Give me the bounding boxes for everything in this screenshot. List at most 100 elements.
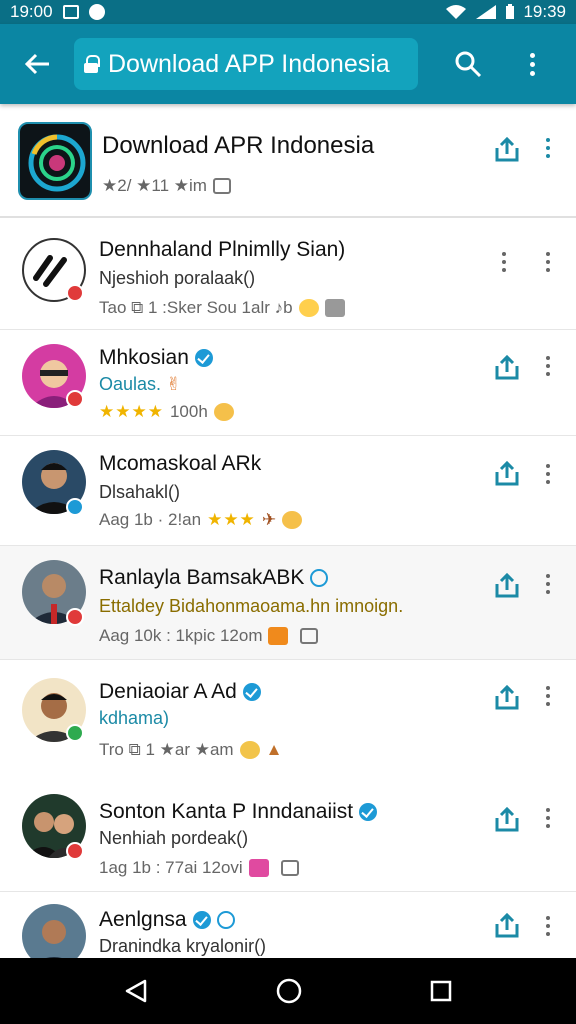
item-meta-text: Tao ⧉ 1 :Sker Sou 1alr ♪b — [99, 298, 293, 317]
status-badge — [66, 284, 84, 302]
item-meta-text: Aag 10k : 1kpic 12om — [99, 626, 263, 645]
item-title-wrap: Ranlayla BamsakABK — [99, 566, 329, 590]
list-item[interactable]: Aenlgnsa Dranindka kryalonir() — [0, 892, 576, 958]
item-meta: Tao ⧉ 1 :Sker Sou 1alr ♪b — [99, 298, 345, 318]
url-bar[interactable]: Download APP Indonesia — [74, 38, 418, 90]
rating-stars: ★★★★ — [99, 402, 164, 421]
header-app-meta-text: ★2/ ★11 ★im — [102, 176, 207, 195]
item-meta-text: 1ag 1b : 77ai 12ovi — [99, 858, 243, 877]
item-title: Deniaoiar A Ad — [99, 680, 237, 703]
item-title-wrap: Sonton Kanta P Inndanaiist — [99, 800, 378, 824]
item-meta-text: Aag 1b · 2!an — [99, 510, 202, 529]
item-subtitle-wrap: Oaulas. ✌ — [99, 374, 181, 395]
item-meta-text: Tro ⧉ 1 ★ar ★am — [99, 740, 234, 759]
status-badge — [66, 724, 84, 742]
item-title: Mhkosian — [99, 346, 189, 369]
item-title: Aenlgnsa — [99, 908, 187, 931]
list-item[interactable]: Sonton Kanta P Inndanaiist Nenhiah porde… — [0, 780, 576, 892]
more-vert-icon — [529, 52, 535, 76]
system-nav-bar — [0, 958, 576, 1024]
item-meta: 1ag 1b : 77ai 12ovi — [99, 858, 299, 878]
back-button[interactable] — [0, 24, 74, 104]
notification-icon — [62, 5, 79, 19]
avatar-person-icon — [42, 920, 66, 958]
emoji-icon — [298, 299, 319, 317]
more-vert-icon[interactable] — [546, 686, 550, 706]
search-icon — [455, 51, 482, 78]
tag-icon — [324, 299, 345, 317]
verified-icon — [192, 911, 211, 930]
share-icon[interactable] — [494, 460, 520, 486]
header-app-badge-icon — [212, 178, 231, 194]
more-vert-icon[interactable] — [502, 252, 506, 272]
app-bar: Download APP Indonesia — [0, 24, 576, 104]
verified-icon — [242, 683, 261, 702]
item-meta: ★★★★ 100h — [99, 402, 234, 422]
header-app-title: Download APR Indonesia — [102, 132, 375, 159]
item-meta: Aag 10k : 1kpic 12om — [99, 626, 319, 646]
share-icon[interactable] — [494, 572, 520, 598]
status-time-right: 19:39 — [523, 2, 566, 21]
item-subtitle: Nenhiah pordeak() — [99, 828, 249, 848]
item-meta: Tro ⧉ 1 ★ar ★am ▲ — [99, 740, 282, 760]
item-title: Sonton Kanta P Inndanaiist — [99, 800, 354, 823]
overflow-menu-button[interactable] — [500, 24, 564, 104]
search-button[interactable] — [436, 24, 500, 104]
avatar — [22, 904, 86, 958]
item-subtitle: kdhama) — [99, 708, 170, 728]
more-vert-icon[interactable] — [546, 252, 550, 272]
list-item[interactable]: Deniaoiar A Ad kdhama) Tro ⧉ 1 ★ar ★am ▲ — [0, 660, 576, 780]
nav-back-icon[interactable] — [123, 978, 149, 1004]
status-badge — [66, 608, 84, 626]
more-vert-icon[interactable] — [546, 356, 550, 376]
back-arrow-icon — [24, 53, 49, 75]
item-subtitle: Njeshioh poralaak() — [99, 268, 256, 288]
battery-icon — [506, 4, 515, 19]
emoji-icon — [213, 403, 234, 421]
status-bar: 19:00 19:39 — [0, 0, 576, 24]
emoji-icon: ✈ — [261, 510, 277, 529]
verified-icon — [216, 911, 235, 930]
lock-icon — [84, 55, 100, 73]
item-title: Mcomaskoal ARk — [99, 452, 262, 475]
item-title-wrap: Deniaoiar A Ad — [99, 680, 261, 704]
status-badge — [66, 498, 84, 516]
status-badge — [66, 842, 84, 860]
more-vert-icon[interactable] — [546, 916, 550, 936]
share-icon[interactable] — [494, 354, 520, 380]
header-app-row[interactable]: Download APR Indonesia ★2/ ★11 ★im — [0, 104, 576, 218]
more-vert-icon[interactable] — [546, 464, 550, 484]
share-icon[interactable] — [494, 912, 520, 938]
item-title: Ranlayla BamsakABK — [99, 566, 305, 589]
nav-home-icon[interactable] — [275, 977, 303, 1005]
item-subtitle: Ettaldey Bidahonmaoama.hn imnoign. — [99, 596, 404, 616]
header-app-meta: ★2/ ★11 ★im — [102, 176, 231, 196]
list-item[interactable]: Mhkosian Oaulas. ✌ ★★★★ 100h — [0, 330, 576, 436]
list-item[interactable]: Mcomaskoal ARk Dlsahakl() Aag 1b · 2!an … — [0, 436, 576, 546]
status-time-left: 19:00 — [10, 2, 53, 21]
more-vert-icon[interactable] — [546, 808, 550, 828]
list-item[interactable]: Dennhaland Plnimlly Sian) Njeshioh poral… — [0, 220, 576, 330]
share-icon[interactable] — [494, 684, 520, 710]
share-icon[interactable] — [494, 806, 520, 832]
more-vert-icon[interactable] — [546, 574, 550, 594]
radar-logo-icon — [28, 134, 86, 192]
tag-icon — [300, 628, 319, 644]
item-subtitle: Dlsahakl() — [99, 482, 181, 502]
item-subtitle: Oaulas. — [99, 374, 162, 394]
tag-icon — [268, 627, 289, 645]
item-meta: Aag 1b · 2!an ★★★ ✈ — [99, 510, 303, 530]
signal-icon — [476, 5, 497, 19]
more-vert-icon[interactable] — [546, 138, 550, 158]
tag-icon — [280, 860, 299, 876]
app-logo — [18, 122, 92, 200]
rating-stars: ★★★ — [207, 510, 256, 529]
nav-recents-icon[interactable] — [429, 979, 453, 1003]
list-item[interactable]: Ranlayla BamsakABK Ettaldey Bidahonmaoam… — [0, 546, 576, 660]
status-badge — [66, 390, 84, 408]
verified-icon — [194, 349, 213, 368]
item-title: Dennhaland Plnimlly Sian) — [99, 238, 346, 261]
verified-icon — [359, 803, 378, 822]
tag-icon — [248, 859, 269, 877]
share-icon[interactable] — [494, 136, 520, 162]
